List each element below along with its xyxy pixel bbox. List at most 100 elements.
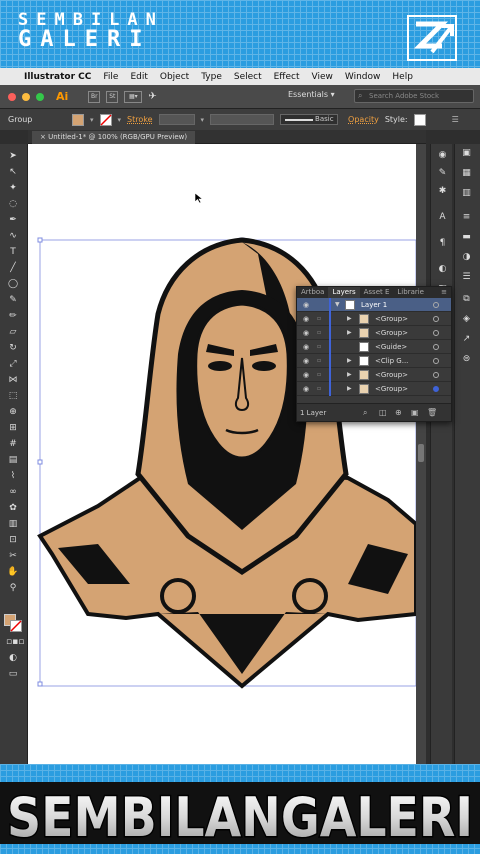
paragraph-icon[interactable]: ¶ <box>436 238 449 249</box>
sublayer-name[interactable]: <Group> <box>375 368 408 382</box>
new-sublayer-icon[interactable]: ⊕ <box>395 404 402 422</box>
target-icon[interactable] <box>433 358 439 364</box>
menu-app-name[interactable]: Illustrator CC <box>24 72 91 82</box>
document-tab[interactable]: × Untitled-1* @ 100% (RGB/GPU Preview) <box>32 131 196 144</box>
properties-icon[interactable]: ▣ <box>460 148 473 159</box>
stroke-swatch[interactable] <box>99 113 112 126</box>
close-window-button[interactable] <box>8 92 16 101</box>
stroke-color-swatch[interactable] <box>10 620 22 632</box>
sublayer-row[interactable]: ◉ ▫ <Guide> <box>297 340 451 354</box>
eye-icon[interactable]: ◉ <box>303 326 309 340</box>
selection-handle[interactable] <box>37 681 43 687</box>
graphic-style-swatch[interactable] <box>413 113 426 126</box>
gradient-tool-icon[interactable]: ▤ <box>6 454 20 466</box>
sublayer-name[interactable]: <Group> <box>375 326 408 340</box>
brush-definition[interactable]: Basic <box>280 114 339 125</box>
free-transform-tool-icon[interactable]: ⬚ <box>6 390 20 402</box>
mesh-tool-icon[interactable]: # <box>6 438 20 450</box>
symbols-icon[interactable]: ✱ <box>436 186 449 197</box>
target-icon[interactable] <box>433 302 439 308</box>
type-tool-icon[interactable]: T <box>6 246 20 258</box>
draw-mode-icon[interactable]: ◐ <box>6 652 20 664</box>
expand-chevron-icon[interactable]: ▶ <box>347 354 352 368</box>
panel-menu-icon[interactable]: ≡ <box>437 287 451 298</box>
lock-icon[interactable]: ▫ <box>317 354 321 368</box>
sublayer-name[interactable]: <Guide> <box>375 340 407 354</box>
scrollbar-thumb[interactable] <box>418 444 424 462</box>
ellipse-tool-icon[interactable]: ◯ <box>6 278 20 290</box>
fill-dropdown-icon[interactable]: ▾ <box>90 116 94 124</box>
opentype-icon[interactable]: ◐ <box>436 264 449 275</box>
menu-type[interactable]: Type <box>201 72 222 82</box>
selection-handle[interactable] <box>37 237 43 243</box>
tab-layers[interactable]: Layers <box>328 287 360 298</box>
target-icon[interactable] <box>433 372 439 378</box>
minimize-window-button[interactable] <box>22 92 30 101</box>
brushes-icon[interactable]: ✎ <box>436 168 449 179</box>
gradient-panel-icon[interactable]: ▬ <box>460 232 473 243</box>
sublayer-row[interactable]: ◉ ▫ ▶ <Group> <box>297 368 451 382</box>
eye-icon[interactable]: ◉ <box>303 340 309 354</box>
bridge-button[interactable]: Br <box>88 90 101 103</box>
selection-tool-icon[interactable]: ➤ <box>6 150 20 162</box>
rotate-tool-icon[interactable]: ↻ <box>6 342 20 354</box>
vertical-scrollbar[interactable] <box>416 144 426 764</box>
shape-builder-tool-icon[interactable]: ⊕ <box>6 406 20 418</box>
expand-chevron-icon[interactable]: ▶ <box>347 312 352 326</box>
tab-libraries[interactable]: Librarie <box>393 287 428 298</box>
stroke-panel-icon[interactable]: ≡ <box>460 212 473 223</box>
sublayer-row[interactable]: ◉ ▫ ▶ <Clip G... <box>297 354 451 368</box>
pen-tool-icon[interactable]: ✒ <box>6 214 20 226</box>
lasso-tool-icon[interactable]: ◌ <box>6 198 20 210</box>
blend-tool-icon[interactable]: ∞ <box>6 486 20 498</box>
artboard[interactable] <box>28 144 418 764</box>
arrange-documents-icon[interactable]: ▦▾ <box>124 90 143 103</box>
target-icon[interactable] <box>433 330 439 336</box>
stroke-weight-field[interactable] <box>158 114 195 125</box>
swatches-icon[interactable]: ▦ <box>460 168 473 179</box>
delete-layer-icon[interactable]: 🗑 <box>427 404 437 422</box>
line-tool-icon[interactable]: ╱ <box>6 262 20 274</box>
selected-target-icon[interactable] <box>433 386 439 392</box>
sublayer-row[interactable]: ◉ ▫ ▶ <Group> <box>297 326 451 340</box>
slice-tool-icon[interactable]: ✂ <box>6 550 20 562</box>
fill-swatch[interactable] <box>72 113 84 126</box>
appearance-panel-icon[interactable]: ☰ <box>460 272 473 283</box>
menu-file[interactable]: File <box>103 72 118 82</box>
selection-handle[interactable] <box>37 459 43 465</box>
sublayer-name[interactable]: <Group> <box>375 312 408 326</box>
symbol-sprayer-tool-icon[interactable]: ✿ <box>6 502 20 514</box>
stroke-dropdown-icon[interactable]: ▾ <box>118 116 122 124</box>
menu-view[interactable]: View <box>312 72 333 82</box>
tab-artboards[interactable]: Artboa <box>297 287 328 298</box>
hand-tool-icon[interactable]: ✋ <box>6 566 20 578</box>
gpu-performance-icon[interactable]: ✈ <box>148 91 156 102</box>
workspace-switcher[interactable]: Essentials ▾ <box>288 90 335 99</box>
magic-wand-tool-icon[interactable]: ✦ <box>6 182 20 194</box>
transparency-panel-icon[interactable]: ◑ <box>460 252 473 263</box>
eye-icon[interactable]: ◉ <box>303 312 309 326</box>
search-stock-input[interactable]: Search Adobe Stock <box>354 89 474 103</box>
menu-object[interactable]: Object <box>160 72 189 82</box>
lock-icon[interactable]: ▫ <box>317 326 321 340</box>
eyedropper-tool-icon[interactable]: ⌇ <box>6 470 20 482</box>
artboards-panel-icon[interactable]: ⧉ <box>460 294 473 305</box>
layer-name[interactable]: Layer 1 <box>361 298 387 312</box>
direct-selection-tool-icon[interactable]: ↖ <box>6 166 20 178</box>
expand-chevron-icon[interactable]: ▶ <box>347 368 352 382</box>
pencil-tool-icon[interactable]: ✏ <box>6 310 20 322</box>
tab-asset-export[interactable]: Asset E <box>360 287 394 298</box>
stroke-label[interactable]: Stroke <box>127 115 153 124</box>
menu-window[interactable]: Window <box>345 72 381 82</box>
locate-object-icon[interactable]: ⌕ <box>363 404 367 422</box>
lock-icon[interactable]: ▫ <box>317 382 321 396</box>
screen-mode-icon[interactable]: ▭ <box>6 668 20 680</box>
layers-panel-icon[interactable]: ◈ <box>460 314 473 325</box>
lock-icon[interactable]: ▫ <box>317 368 321 382</box>
links-icon[interactable]: ⊜ <box>460 354 473 365</box>
lock-icon[interactable]: ▫ <box>317 312 321 326</box>
align-icon[interactable]: ▥ <box>460 188 473 199</box>
menu-help[interactable]: Help <box>392 72 413 82</box>
color-guide-icon[interactable]: ◉ <box>436 150 449 161</box>
eraser-tool-icon[interactable]: ▱ <box>6 326 20 338</box>
